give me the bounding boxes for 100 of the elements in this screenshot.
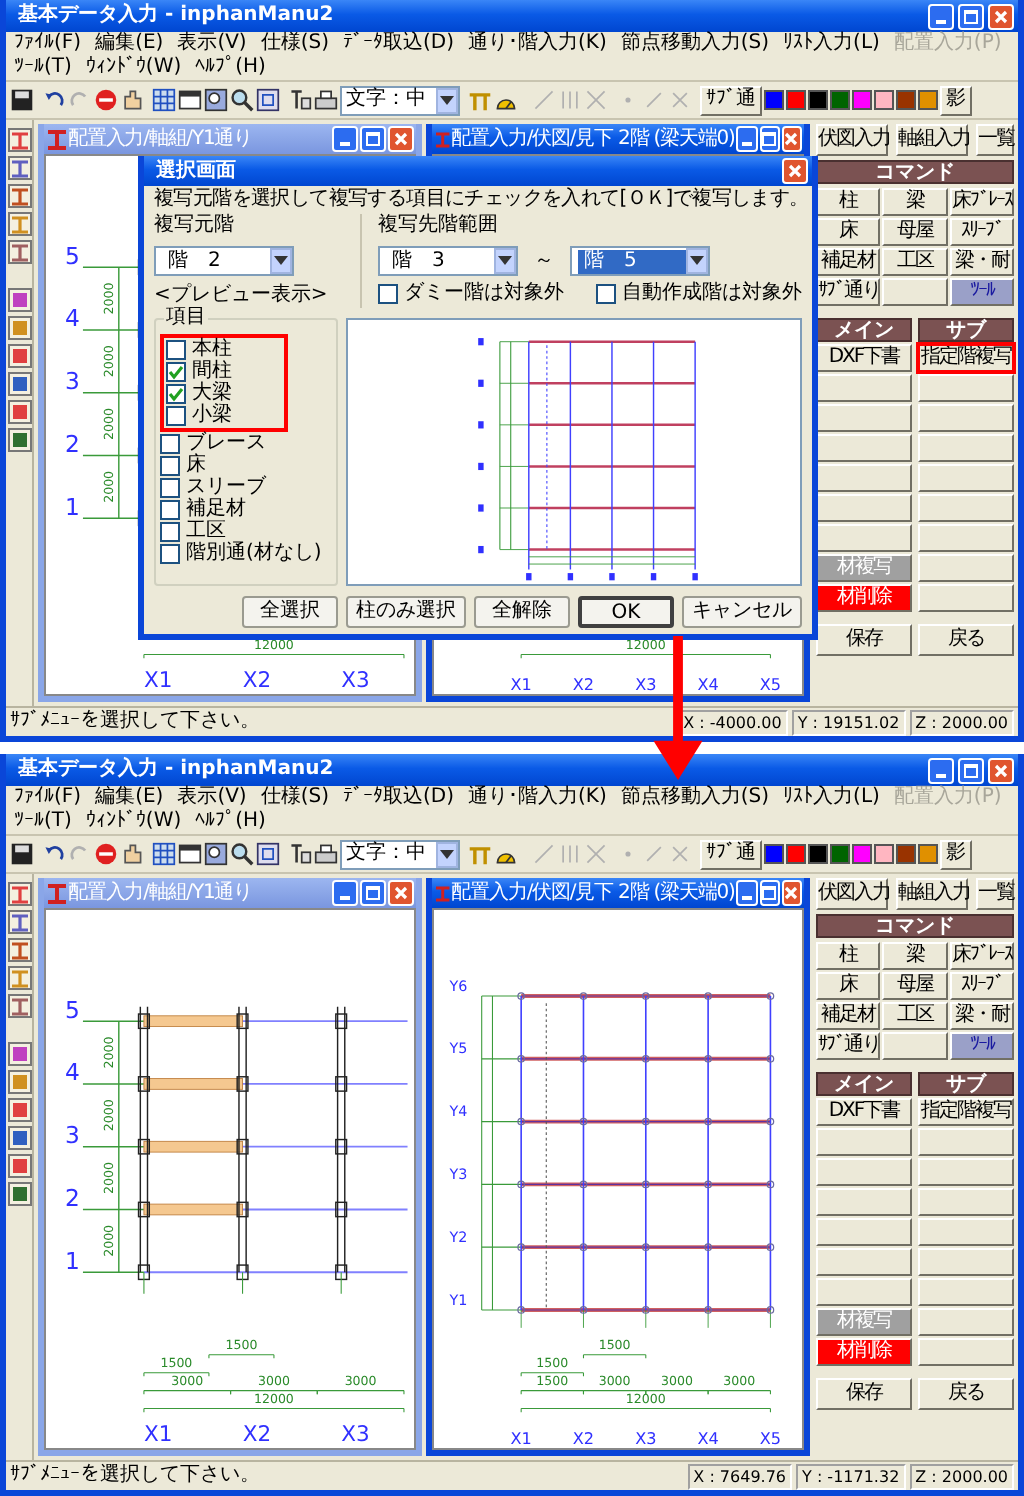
main-command-button[interactable]: 材削除 <box>816 1338 912 1366</box>
child-window-title: 配置入力/軸組/Y1通り <box>68 881 255 905</box>
main-command-button[interactable]: DXF下書 <box>816 344 912 372</box>
sub-command-button[interactable]: 指定階複写 <box>918 344 1014 372</box>
shadow-button[interactable]: 影 <box>940 839 972 869</box>
main-command-button[interactable]: DXF下書 <box>816 1098 912 1126</box>
command-button[interactable]: 床ﾌﾞﾚｰｽ <box>949 942 1014 970</box>
command-button[interactable]: ｻﾌﾞ通り <box>816 1032 881 1060</box>
menu-item[interactable]: ﾘｽﾄ入力(L) <box>783 32 880 56</box>
panel-tab[interactable]: 軸組入力 <box>896 878 968 910</box>
level-label: 3 <box>65 367 80 396</box>
command-button[interactable]: 母屋 <box>882 972 948 1000</box>
section-header: メイン <box>816 318 912 342</box>
menu-item[interactable]: 通り･階入力(K) <box>468 32 607 56</box>
footer-button[interactable]: 戻る <box>918 624 1014 656</box>
level-label: 4 <box>65 304 80 333</box>
source-floor-select[interactable]: 階 2 <box>154 246 294 276</box>
menu-item[interactable]: 表示(V) <box>177 32 247 56</box>
menu-item[interactable]: ﾘｽﾄ入力(L) <box>783 786 880 810</box>
instruction-text: 複写元階を選択して複写する項目にチェックを入れて[ＯＫ]で複写します。 <box>154 188 802 212</box>
menu-item[interactable]: 節点移動入力(S) <box>620 786 770 810</box>
command-button[interactable]: ﾂｰﾙ <box>949 278 1014 306</box>
panel-tab[interactable]: 伏図入力 <box>816 878 888 910</box>
axis-label: X3 <box>341 666 370 693</box>
dialog-button[interactable]: キャンセル <box>682 595 802 628</box>
menu-item[interactable]: ﾂｰﾙ(T) <box>14 810 72 834</box>
command-button[interactable]: 工区 <box>882 248 948 276</box>
command-button[interactable]: 床 <box>816 972 881 1000</box>
dialog-button[interactable]: OK <box>578 595 674 628</box>
text-size-dropdown[interactable]: 文字：中 <box>340 85 460 115</box>
menu-item[interactable]: ｳｨﾝﾄﾞｳ(W) <box>85 810 182 834</box>
command-button[interactable]: 工区 <box>882 1002 948 1030</box>
checkbox-label: 補足材 <box>186 500 246 520</box>
section-header: サブ <box>918 1072 1014 1096</box>
sub-command-button[interactable]: 指定階複写 <box>918 1098 1014 1126</box>
command-button[interactable]: 床ﾌﾞﾚｰｽ <box>949 188 1014 216</box>
command-button[interactable]: 梁・耐 <box>949 248 1014 276</box>
level-label: 4 <box>65 1058 80 1087</box>
menu-item[interactable]: 仕様(S) <box>260 32 329 56</box>
menu-item[interactable]: ｳｨﾝﾄﾞｳ(W) <box>85 56 182 80</box>
panel-tab[interactable]: 軸組入力 <box>896 124 968 156</box>
command-button[interactable]: 柱 <box>816 942 881 970</box>
dialog-button[interactable]: 柱のみ選択 <box>346 595 466 628</box>
panel-tab[interactable]: 一覧 <box>976 124 1014 156</box>
checkbox-label: 本柱 <box>192 340 232 360</box>
command-button[interactable]: 補足材 <box>816 248 881 276</box>
command-button[interactable]: 梁 <box>882 188 948 216</box>
group-label: 項目 <box>164 306 208 330</box>
panel-tab[interactable]: 一覧 <box>976 878 1014 910</box>
checkbox-label: 工区 <box>186 522 226 542</box>
window-title: 基本データ入力 - inphanManu2 <box>18 758 336 782</box>
command-button[interactable]: 梁・耐 <box>949 1002 1014 1030</box>
footer-button[interactable]: 戻る <box>918 1378 1014 1410</box>
status-field: Z : 2000.00 <box>909 1463 1014 1489</box>
checkbox-label: 間柱 <box>192 362 232 382</box>
text-size-dropdown[interactable]: 文字：中 <box>340 839 460 869</box>
menu-item[interactable]: ﾃﾞｰﾀ取込(D) <box>343 786 455 810</box>
menu-item[interactable]: 通り･階入力(K) <box>468 786 607 810</box>
target-to-select[interactable]: 階 5 <box>570 246 710 276</box>
menu-item[interactable]: ﾌｧｲﾙ(F) <box>14 32 82 56</box>
main-command-button[interactable]: 材削除 <box>816 584 912 612</box>
sub-grid-button[interactable]: ｻﾌﾞ通 <box>700 85 762 115</box>
dialog-title: 選択画面 <box>156 159 238 183</box>
field-label: 複写先階範囲 <box>378 214 500 238</box>
panel-tab[interactable]: 伏図入力 <box>816 124 888 156</box>
command-button[interactable]: 柱 <box>816 188 881 216</box>
menu-item[interactable]: 仕様(S) <box>260 786 329 810</box>
menu-item[interactable]: 編集(E) <box>95 32 164 56</box>
axis-label: X2 <box>242 1420 272 1447</box>
command-button[interactable]: 梁 <box>882 942 948 970</box>
axis-label: X4 <box>697 1430 719 1448</box>
command-button[interactable]: 母屋 <box>882 218 948 246</box>
axis-label: X5 <box>759 1430 782 1448</box>
menu-item[interactable]: ﾍﾙﾌﾟ(H) <box>195 56 266 80</box>
command-button[interactable]: ｽﾘｰﾌﾞ <box>949 972 1014 1000</box>
command-button[interactable]: ｽﾘｰﾌﾞ <box>949 218 1014 246</box>
menu-item[interactable]: 表示(V) <box>177 786 247 810</box>
command-button[interactable]: 床 <box>816 218 881 246</box>
axis-label: X1 <box>510 676 532 694</box>
dialog-button[interactable]: 全選択 <box>242 595 338 628</box>
menu-item[interactable]: 節点移動入力(S) <box>620 32 770 56</box>
menu-item[interactable]: ﾂｰﾙ(T) <box>14 56 72 80</box>
command-button[interactable]: ｻﾌﾞ通り <box>816 278 881 306</box>
section-header: コマンド <box>816 160 1014 184</box>
target-from-select[interactable]: 階 3 <box>378 246 518 276</box>
level-label: 1 <box>65 1246 80 1275</box>
menu-item[interactable]: ﾍﾙﾌﾟ(H) <box>195 810 266 834</box>
menu-item[interactable]: ﾃﾞｰﾀ取込(D) <box>343 32 455 56</box>
menu-item[interactable]: ﾌｧｲﾙ(F) <box>14 786 82 810</box>
section-header: サブ <box>918 318 1014 342</box>
footer-button[interactable]: 保存 <box>816 1378 912 1410</box>
status-field: Y : 19151.02 <box>791 709 906 735</box>
footer-button[interactable]: 保存 <box>816 624 912 656</box>
dialog-button[interactable]: 全解除 <box>474 595 570 628</box>
shadow-button[interactable]: 影 <box>940 85 972 115</box>
command-button[interactable]: 補足材 <box>816 1002 881 1030</box>
sub-grid-button[interactable]: ｻﾌﾞ通 <box>700 839 762 869</box>
menu-item[interactable]: 編集(E) <box>95 786 164 810</box>
section-header: メイン <box>816 1072 912 1096</box>
command-button[interactable]: ﾂｰﾙ <box>949 1032 1014 1060</box>
